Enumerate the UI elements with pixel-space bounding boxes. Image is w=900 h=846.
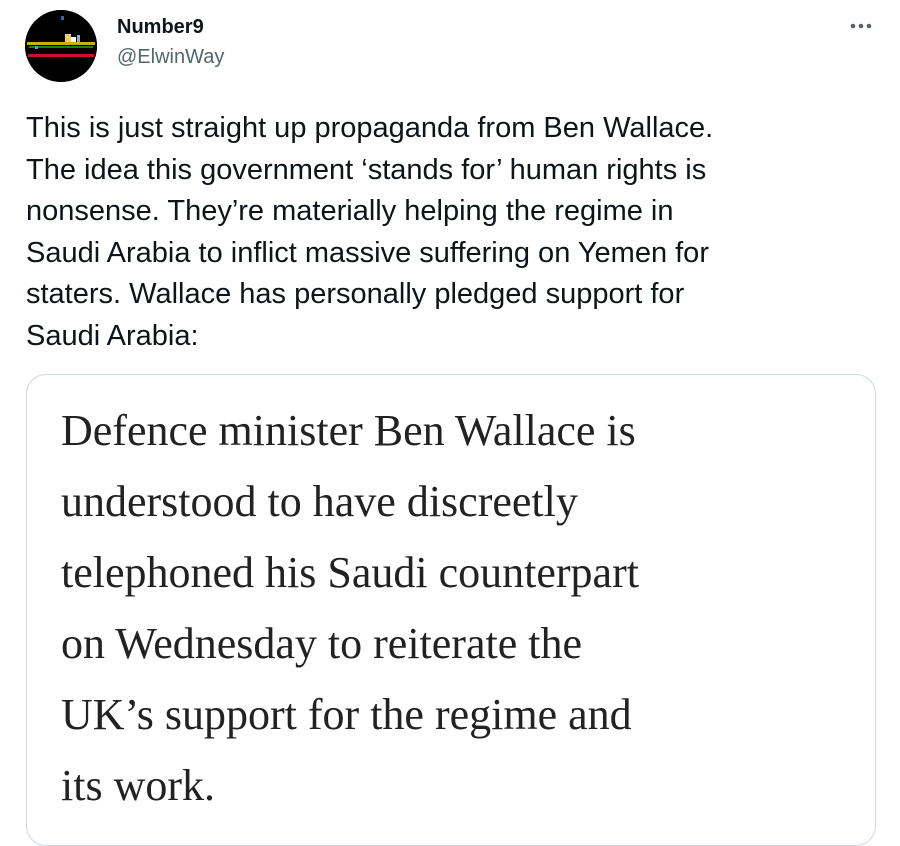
user-block: Number9 @ElwinWay (117, 14, 224, 70)
display-name[interactable]: Number9 (117, 14, 224, 40)
quoted-article-text: Defence minister Ben Wallace is understo… (61, 406, 639, 810)
media-image[interactable]: Defence minister Ben Wallace is understo… (26, 374, 876, 846)
pixel-art-avatar-icon (25, 10, 97, 82)
avatar[interactable] (25, 10, 97, 82)
tweet: Number9 @ElwinWay This is just straight … (0, 0, 900, 846)
tweet-text: This is just straight up propaganda from… (26, 112, 714, 352)
more-horizontal-icon (850, 23, 872, 29)
more-options-button[interactable] (846, 16, 876, 36)
username-handle[interactable]: @ElwinWay (117, 44, 224, 70)
